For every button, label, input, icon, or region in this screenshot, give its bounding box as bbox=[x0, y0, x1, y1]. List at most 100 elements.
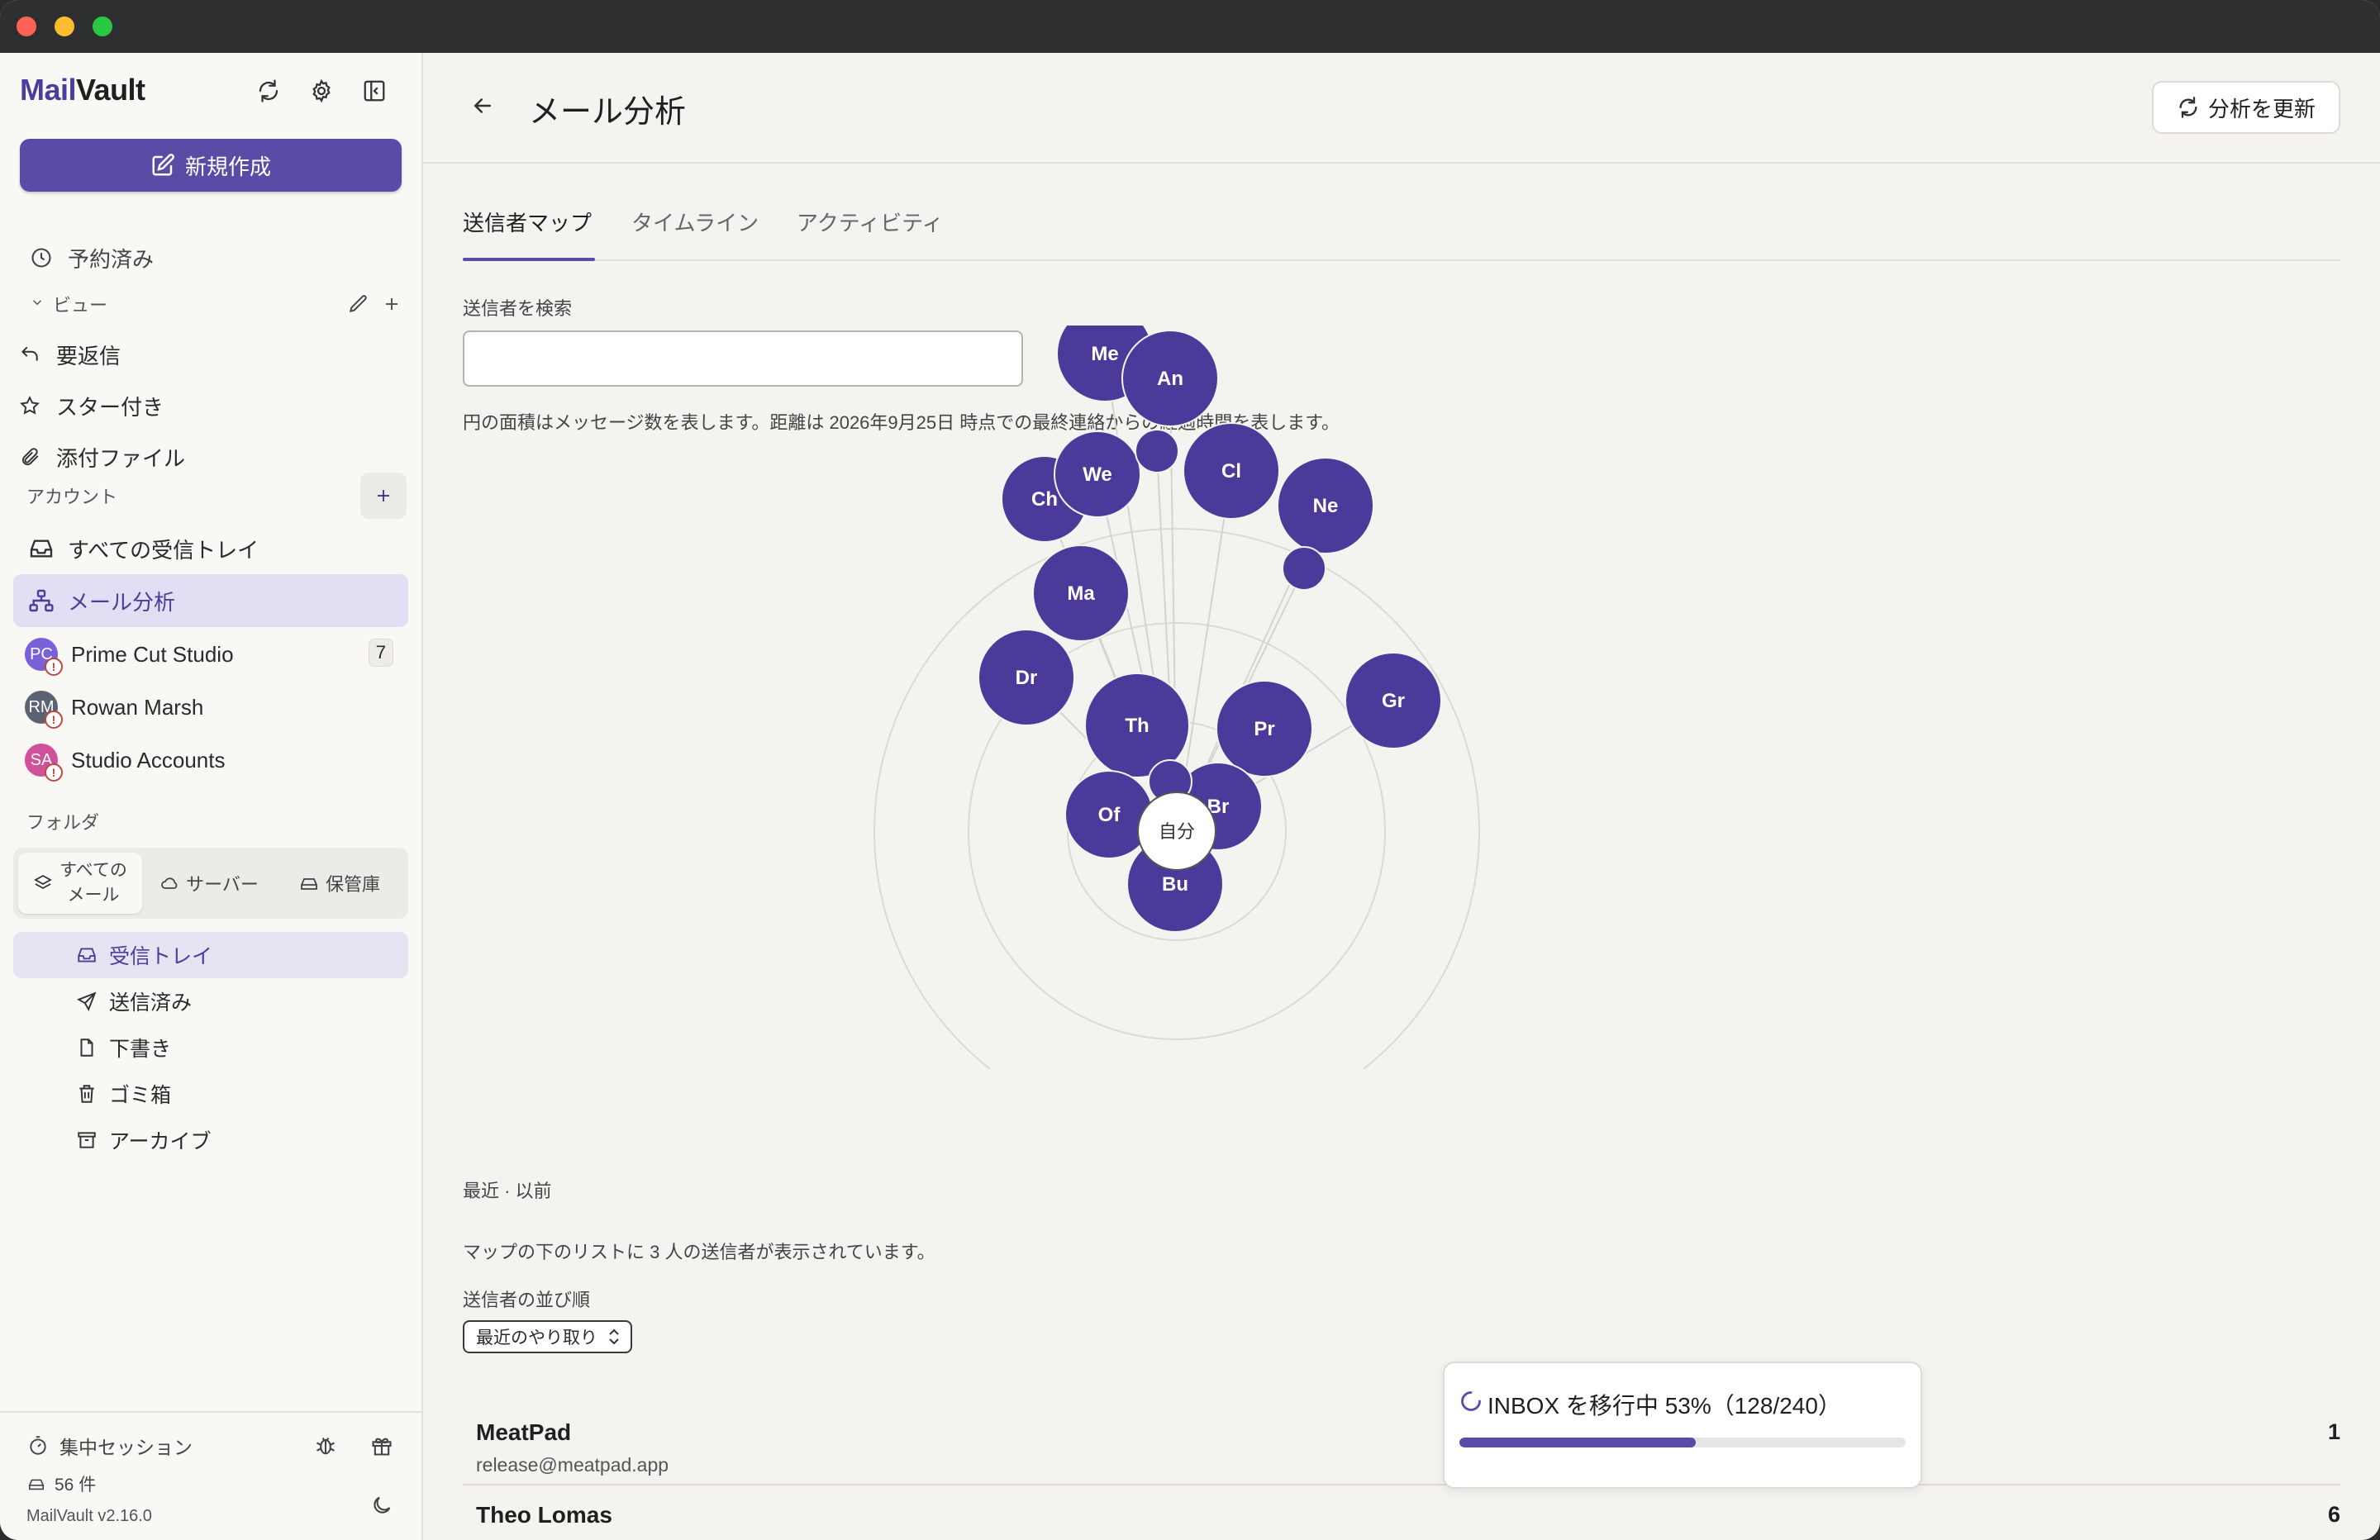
account-name: Prime Cut Studio bbox=[71, 641, 234, 667]
avatar: SA! bbox=[25, 744, 63, 782]
sender-bubble-label: Ma bbox=[1067, 582, 1095, 605]
sender-bubble-label: Th bbox=[1125, 715, 1149, 737]
add-view-icon[interactable] bbox=[374, 286, 410, 322]
sender-bubble[interactable] bbox=[1135, 429, 1179, 473]
segment-server[interactable]: サーバー bbox=[147, 853, 271, 914]
gear-icon[interactable] bbox=[303, 73, 340, 109]
sender-bubble[interactable] bbox=[1282, 546, 1326, 591]
focus-session-label: 集中セッション bbox=[60, 1437, 193, 1458]
folder-source-segmented-control: すべての メール サーバー 保管庫 bbox=[13, 848, 408, 919]
chevron-down-icon bbox=[30, 293, 45, 315]
sidebar-item-starred[interactable]: スター付き bbox=[13, 383, 408, 429]
sender-bubble-label: Pr bbox=[1254, 718, 1274, 740]
account-name: Studio Accounts bbox=[71, 747, 226, 772]
sender-bubble[interactable]: An bbox=[1121, 330, 1219, 427]
migration-status-text: INBOX を移行中 53%（128/240） bbox=[1488, 1393, 1841, 1419]
zoom-window-button[interactable] bbox=[93, 17, 112, 36]
add-account-button[interactable] bbox=[360, 473, 407, 519]
segment-vault[interactable]: 保管庫 bbox=[276, 853, 403, 914]
sender-bubble[interactable]: Gr bbox=[1345, 652, 1442, 749]
map-legend: 最近 · 以前 bbox=[463, 1181, 552, 1201]
compose-button[interactable]: 新規作成 bbox=[20, 139, 402, 192]
header-divider bbox=[423, 162, 2380, 164]
sender-bubble[interactable]: Cl bbox=[1183, 422, 1280, 520]
migration-progress-bar bbox=[1459, 1438, 1906, 1447]
account-row[interactable]: PC! Prime Cut Studio 7 bbox=[13, 629, 408, 680]
minimize-window-button[interactable] bbox=[55, 17, 74, 36]
refresh-label: 分析を更新 bbox=[2207, 96, 2316, 121]
refresh-analysis-button[interactable]: 分析を更新 bbox=[2152, 81, 2340, 134]
sender-bubble[interactable]: Ma bbox=[1032, 544, 1130, 642]
edit-views-icon[interactable] bbox=[340, 286, 377, 322]
sender-bubble[interactable]: Ne bbox=[1277, 457, 1374, 554]
sender-bubble-label: Me bbox=[1091, 343, 1118, 365]
compose-label: 新規作成 bbox=[184, 154, 271, 179]
storage-count: 56 件 bbox=[13, 1467, 408, 1500]
sidebar-item-mail-analytics[interactable]: メール分析 bbox=[13, 574, 408, 627]
title-bar bbox=[0, 0, 2380, 53]
sender-bubble-label: Dr bbox=[1016, 667, 1038, 689]
sender-bubble[interactable]: Pr bbox=[1216, 680, 1313, 777]
segment-all-mail[interactable]: すべての メール bbox=[18, 853, 142, 914]
account-row[interactable]: RM! Rowan Marsh bbox=[13, 682, 408, 733]
avatar: RM! bbox=[25, 691, 63, 729]
sender-row[interactable]: MeatPad release@meatpad.app 1 bbox=[463, 1401, 2340, 1484]
sidebar-item-needs-reply[interactable]: 要返信 bbox=[13, 331, 408, 378]
send-icon bbox=[74, 991, 99, 1012]
plus-icon bbox=[378, 490, 389, 501]
bug-icon[interactable] bbox=[307, 1428, 344, 1464]
hard-drive-icon bbox=[301, 878, 317, 890]
back-arrow-icon[interactable] bbox=[464, 88, 501, 124]
tabs-divider bbox=[463, 259, 2340, 261]
folder-sent[interactable]: 送信済み bbox=[13, 978, 408, 1024]
account-row[interactable]: SA! Studio Accounts bbox=[13, 734, 408, 786]
app-logo: MailVault bbox=[20, 73, 145, 107]
sort-select[interactable]: 最近のやり取り bbox=[463, 1320, 632, 1353]
trash-icon bbox=[74, 1083, 99, 1105]
sidebar-item-scheduled[interactable]: 予約済み bbox=[13, 235, 408, 281]
sender-bubble-label: Gr bbox=[1382, 690, 1405, 712]
migration-progress-fill bbox=[1459, 1438, 1697, 1447]
avatar: PC! bbox=[25, 638, 63, 676]
migration-progress-toast: INBOX を移行中 53%（128/240） bbox=[1443, 1362, 1922, 1489]
sender-bubble[interactable]: Dr bbox=[978, 629, 1075, 726]
sort-label: 送信者の並び順 bbox=[463, 1290, 591, 1310]
message-count-label: 56 件 bbox=[55, 1476, 97, 1495]
layers-icon bbox=[34, 874, 52, 890]
focus-session-button[interactable]: 集中セッション bbox=[13, 1426, 408, 1466]
tab-activity[interactable]: アクティビティ bbox=[797, 207, 944, 237]
collapse-sidebar-icon[interactable] bbox=[356, 73, 393, 109]
folder-archive[interactable]: アーカイブ bbox=[13, 1117, 408, 1163]
sender-message-count: 6 bbox=[2327, 1502, 2340, 1527]
sidebar-item-label: 添付ファイル bbox=[56, 445, 186, 471]
sidebar-item-all-inboxes[interactable]: すべての受信トレイ bbox=[13, 523, 408, 574]
gift-icon[interactable] bbox=[364, 1428, 400, 1464]
draft-icon bbox=[74, 1037, 99, 1058]
sender-bubble-label: An bbox=[1157, 368, 1183, 390]
accounts-section-label: アカウント bbox=[26, 487, 118, 507]
unread-count-badge: 7 bbox=[368, 639, 393, 667]
sender-bubble-label: Bu bbox=[1162, 873, 1188, 896]
sort-value: 最近のやり取り bbox=[476, 1328, 597, 1348]
folder-label: 送信済み bbox=[109, 991, 193, 1015]
sidebar-item-attachments[interactable]: 添付ファイル bbox=[13, 434, 408, 480]
sender-bubble[interactable]: Of bbox=[1064, 770, 1154, 859]
list-note: マップの下のリストに 3 人の送信者が表示されています。 bbox=[463, 1242, 935, 1262]
sender-message-count: 1 bbox=[2327, 1419, 2340, 1444]
main-panel: メール分析 分析を更新 送信者マップ タイムライン アクティビティ 送信者を検索… bbox=[423, 53, 2380, 1540]
app-window: MailVault 新規作成 予約済み ビュー 要返信 スター付き 添付ファイル… bbox=[0, 0, 2380, 1540]
tab-sender-map[interactable]: 送信者マップ bbox=[463, 207, 592, 237]
account-name: Rowan Marsh bbox=[71, 694, 204, 720]
folder-inbox[interactable]: 受信トレイ bbox=[13, 932, 408, 978]
spinner-icon bbox=[1461, 1391, 1481, 1411]
moon-icon[interactable] bbox=[364, 1487, 400, 1523]
folder-trash[interactable]: ゴミ箱 bbox=[13, 1071, 408, 1117]
sync-icon[interactable] bbox=[250, 73, 287, 109]
views-label: ビュー bbox=[53, 295, 108, 316]
close-window-button[interactable] bbox=[17, 17, 36, 36]
folder-drafts[interactable]: 下書き bbox=[13, 1024, 408, 1071]
tab-timeline[interactable]: タイムライン bbox=[631, 207, 759, 237]
sender-row[interactable]: Theo Lomas 6 bbox=[463, 1485, 2340, 1540]
inbox-icon bbox=[74, 944, 99, 966]
sender-bubble[interactable]: We bbox=[1054, 430, 1141, 518]
